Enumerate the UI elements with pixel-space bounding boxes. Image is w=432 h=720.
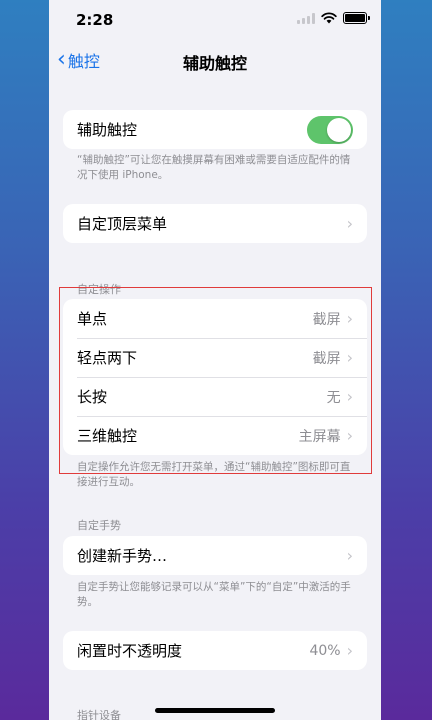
chevron-right-icon: › (346, 641, 353, 660)
create-new-gesture-row[interactable]: 创建新手势… › (63, 536, 367, 575)
customize-top-menu-row[interactable]: 自定顶层菜单 › (63, 204, 367, 243)
battery-icon (343, 12, 370, 24)
home-indicator[interactable] (155, 708, 275, 713)
status-icons (297, 12, 370, 24)
custom-gestures-group: 创建新手势… › (63, 536, 367, 575)
customize-top-menu-label: 自定顶层菜单 (77, 215, 168, 233)
custom-gestures-footer: 自定手势让您能够记录可以从“菜单”下的“自定”中激活的手势。 (77, 581, 351, 608)
chevron-right-icon: › (346, 214, 353, 233)
idle-opacity-label: 闲置时不透明度 (77, 642, 183, 660)
top-menu-group: 自定顶层菜单 › (63, 204, 367, 243)
navigation-bar: ‹ 触控 辅助触控 (49, 40, 381, 78)
assistive-touch-toggle[interactable] (307, 115, 353, 144)
idle-opacity-group: 闲置时不透明度 40% › (63, 631, 367, 670)
idle-opacity-row[interactable]: 闲置时不透明度 40% › (63, 631, 367, 670)
status-time: 2:28 (76, 11, 114, 29)
assistive-touch-footer: “辅助触控”可让您在触摸屏幕有困难或需要自适应配件的情况下使用 iPhone。 (77, 154, 351, 181)
page-title: 辅助触控 (182, 54, 247, 73)
custom-gestures-header: 自定手势 (77, 519, 121, 532)
idle-opacity-value: 40% (309, 642, 341, 659)
pointer-devices-header: 指针设备 (77, 709, 121, 720)
wifi-icon (321, 12, 337, 24)
toggle-knob (327, 117, 351, 142)
assistive-touch-label: 辅助触控 (77, 121, 138, 139)
assistive-touch-group: 辅助触控 (63, 110, 367, 149)
assistive-touch-row: 辅助触控 (63, 110, 367, 149)
highlight-annotation-box (59, 287, 372, 474)
create-new-gesture-label: 创建新手势… (77, 547, 168, 565)
status-bar: 2:28 (49, 0, 381, 40)
signal-icon (297, 12, 315, 24)
chevron-right-icon: › (346, 546, 353, 565)
